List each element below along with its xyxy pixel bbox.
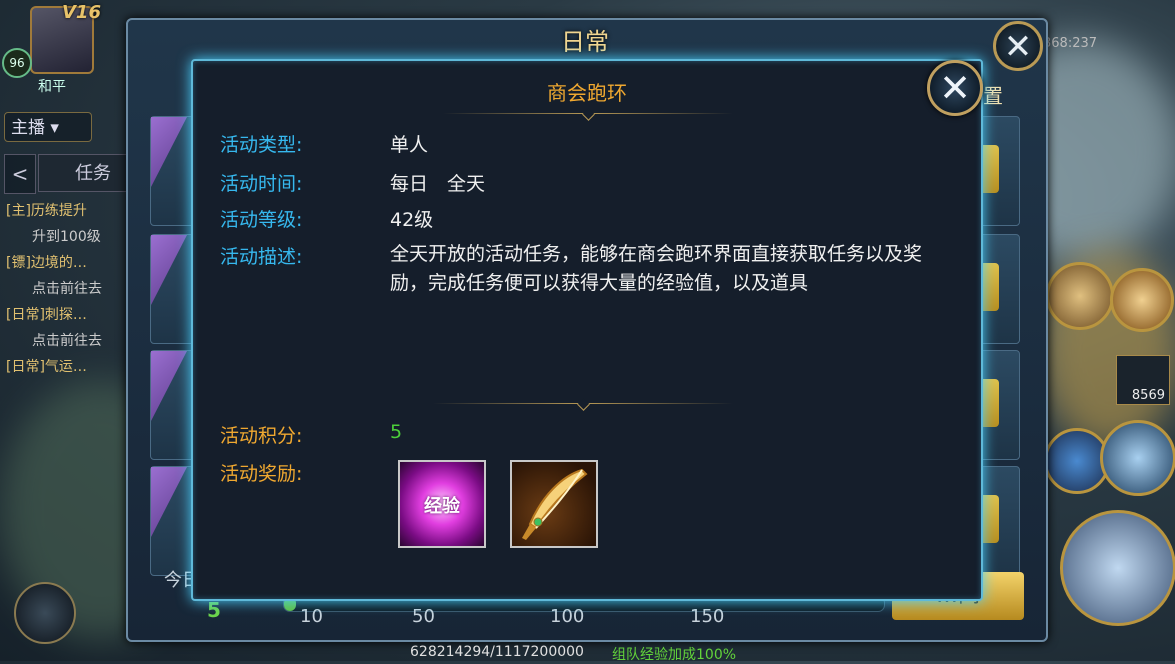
player-level: 96: [2, 48, 32, 78]
vip-badge: V16: [62, 2, 101, 23]
dialog-title: 商会跑环: [547, 81, 627, 105]
daily-panel-title: 日常: [561, 28, 609, 56]
points-label: 活动积分:: [220, 425, 303, 447]
reward-exp-item[interactable]: 经验: [398, 460, 486, 548]
task-sub: 点击前往去: [32, 333, 102, 349]
attack-button[interactable]: [1060, 510, 1175, 626]
skill-icon[interactable]: [1110, 268, 1174, 332]
mount-icon[interactable]: [14, 582, 76, 644]
pk-mode-label[interactable]: 和平: [38, 76, 66, 96]
type-label: 活动类型:: [220, 134, 303, 156]
potion-slot[interactable]: 8569: [1116, 355, 1170, 405]
reward-name: 经验: [424, 496, 460, 517]
task-title[interactable]: [镖]边境的…: [6, 250, 128, 276]
daily-close-button[interactable]: ✕: [993, 21, 1043, 71]
progress-tick: 150: [690, 606, 725, 627]
skill-icon[interactable]: [1046, 262, 1114, 330]
chat-channel-label: 主播: [11, 118, 45, 138]
map-coordinates: 368:237: [1043, 36, 1098, 51]
chat-channel-select[interactable]: 主播 ▾: [4, 112, 92, 142]
task-sub: 点击前往去: [32, 281, 102, 297]
task-title[interactable]: [日常]刺探…: [6, 302, 128, 328]
description-label: 活动描述:: [220, 246, 303, 268]
progress-current: 5: [207, 598, 221, 622]
dialog-close-button[interactable]: ✕: [927, 60, 983, 116]
progress-tick: 50: [412, 606, 435, 627]
collapse-arrow-icon[interactable]: <: [4, 154, 36, 194]
task-sub: 升到100级: [32, 229, 101, 245]
daily-settings-label[interactable]: 置: [983, 80, 1003, 109]
progress-tick: 100: [550, 606, 585, 627]
time-value: 每日 全天: [390, 173, 486, 195]
golden-feather-icon: [522, 468, 588, 540]
team-exp-bonus: 组队经验加成100%: [612, 647, 737, 663]
potion-count: 8569: [1131, 388, 1165, 403]
task-title[interactable]: [主]历练提升: [6, 198, 128, 224]
reward-label: 活动奖励:: [220, 463, 303, 485]
level-value: 42级: [390, 209, 434, 231]
task-tab[interactable]: 任务: [38, 154, 128, 192]
task-tracker-list: [主]历练提升 升到100级 [镖]边境的… 点击前往去 [日常]刺探… 点击前…: [6, 198, 128, 380]
level-label: 活动等级:: [220, 209, 303, 231]
reward-feather-item[interactable]: [510, 460, 598, 548]
chevron-down-icon: ▾: [50, 118, 59, 138]
skill-icon[interactable]: [1100, 420, 1175, 496]
points-value: 5: [390, 421, 403, 443]
title-divider: [443, 108, 733, 121]
time-label: 活动时间:: [220, 173, 303, 195]
exp-readout: 628214294/1117200000: [410, 644, 584, 660]
type-value: 单人: [390, 134, 429, 156]
progress-tick: 10: [300, 606, 323, 627]
section-divider: [433, 398, 733, 411]
description-text: 全天开放的活动任务，能够在商会跑环界面直接获取任务以及奖励，完成任务便可以获得大…: [390, 243, 923, 294]
task-title[interactable]: [日常]气运…: [6, 354, 128, 380]
